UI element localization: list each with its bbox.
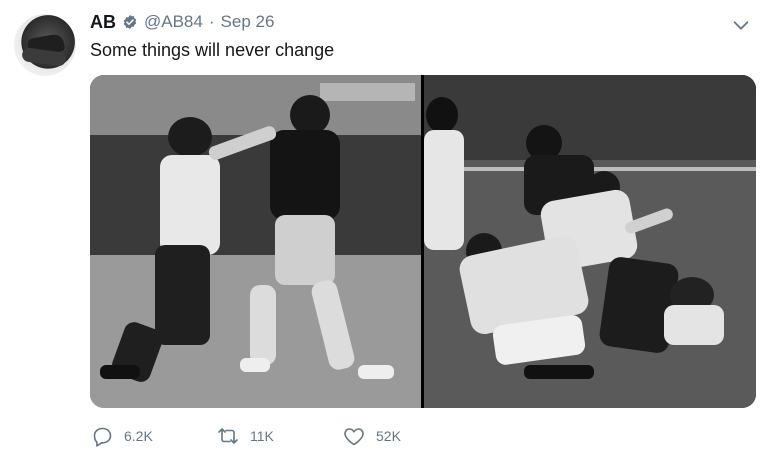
author-name[interactable]: AB	[90, 12, 116, 33]
heart-icon	[344, 428, 364, 446]
media-photo-right[interactable]	[424, 75, 756, 408]
chevron-down-icon[interactable]	[730, 14, 752, 36]
retweet-icon	[218, 428, 238, 444]
tweet-card[interactable]: AB @AB84 · Sep 26 Some things will never…	[0, 0, 768, 459]
retweet-count: 11K	[250, 428, 274, 444]
retweet-button[interactable]: 11K	[216, 424, 342, 448]
author-handle[interactable]: @AB84	[144, 12, 203, 32]
tweet-text: Some things will never change	[90, 40, 335, 60]
tweet-date[interactable]: Sep 26	[221, 12, 275, 32]
verified-badge-icon	[122, 14, 138, 30]
media-photo-left[interactable]	[90, 75, 421, 408]
avatar[interactable]	[14, 14, 76, 76]
reply-icon	[93, 427, 112, 447]
separator-dot: ·	[208, 12, 215, 31]
like-button[interactable]: 52K	[342, 424, 468, 448]
photo-right-scene	[424, 75, 756, 408]
tweet-header: AB @AB84 · Sep 26	[90, 10, 274, 34]
tweet-media[interactable]	[90, 75, 756, 408]
tweet-actions: 6.2K 11K 52K	[90, 424, 468, 448]
reply-button[interactable]: 6.2K	[90, 424, 216, 448]
reply-count: 6.2K	[124, 428, 153, 444]
photo-left-scene	[90, 75, 421, 408]
like-count: 52K	[376, 428, 401, 444]
